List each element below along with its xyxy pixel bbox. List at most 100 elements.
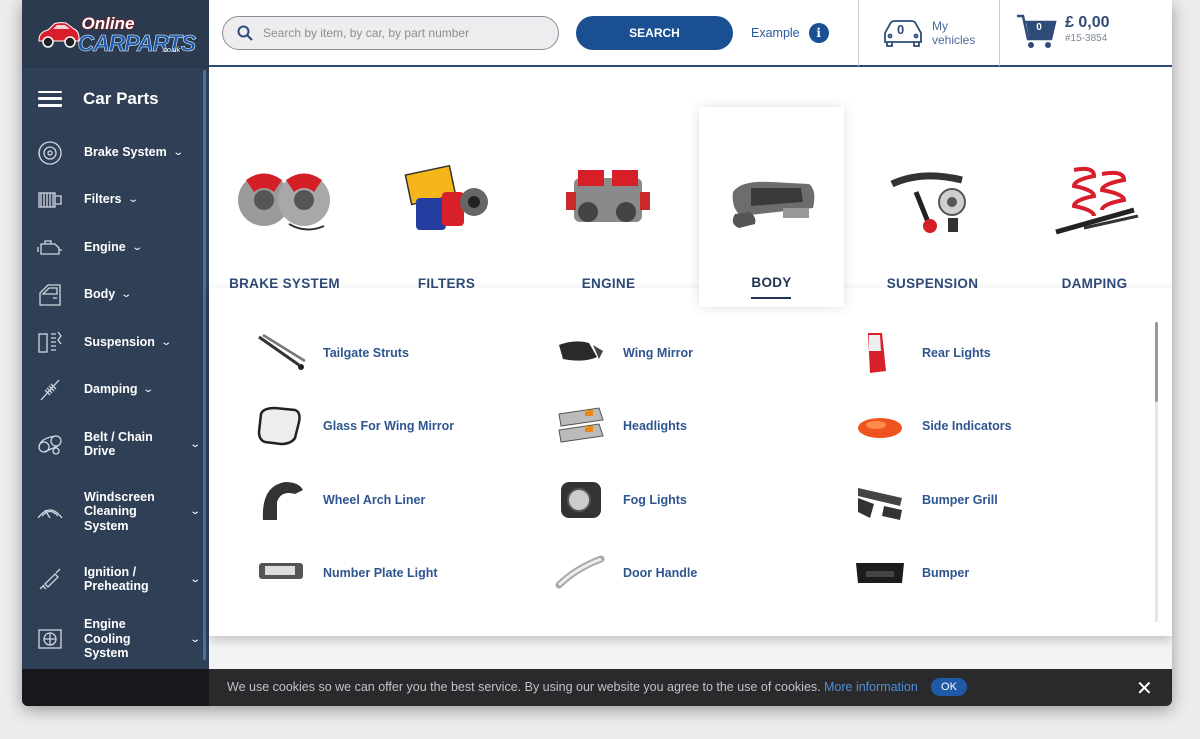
mirror-glass-image: [257, 406, 301, 446]
example-link[interactable]: Example i: [751, 23, 829, 43]
my-vehicles-button[interactable]: 0 My vehicles: [881, 16, 975, 50]
search-input[interactable]: [263, 26, 543, 40]
chevron-down-icon: ⌄: [126, 194, 139, 205]
site-logo[interactable]: Online CARPARTS .co.uk: [36, 12, 196, 56]
sidebar-item-label: Engine Cooling System: [84, 617, 131, 661]
submenu-item-headlights[interactable]: Headlights: [555, 402, 835, 450]
cookie-banner: We use cookies so we can offer you the b…: [22, 669, 1172, 706]
wing-mirror-image: [559, 341, 603, 361]
sidebar-item-label: Brake System: [84, 145, 167, 160]
chevron-down-icon: ⌄: [188, 438, 201, 450]
chevron-down-icon: ⌄: [120, 289, 133, 300]
wiper-icon: [37, 508, 63, 518]
category-body[interactable]: BODY: [699, 107, 844, 307]
sidebar-item-belt-chain-drive[interactable]: Belt / Chain Drive ⌄: [22, 413, 209, 475]
cookie-ok-button[interactable]: OK: [931, 678, 967, 696]
submenu-item-fog-lights[interactable]: Fog Lights: [555, 476, 835, 524]
category-brake-system[interactable]: BRAKE SYSTEM: [212, 107, 357, 291]
sidebar-item-windscreen-cleaning[interactable]: Windscreen Cleaning System ⌄: [22, 475, 209, 548]
submenu-item-rear-lights[interactable]: Rear Lights: [854, 329, 1134, 377]
side-indicator-image: [858, 418, 902, 438]
menu-icon[interactable]: [38, 90, 62, 107]
submenu-item-glass-wing-mirror[interactable]: Glass For Wing Mirror: [255, 402, 535, 450]
chevron-down-icon: ⌄: [130, 241, 143, 253]
submenu-label: Door Handle: [623, 566, 698, 580]
sidebar-item-suspension[interactable]: Suspension ⌄: [22, 318, 209, 366]
headlights-image: [558, 407, 604, 443]
shock-absorber-icon: [40, 379, 60, 400]
sidebar-item-engine[interactable]: Engine ⌄: [22, 223, 209, 271]
sidebar-item-filters[interactable]: Filters ⌄: [22, 176, 209, 223]
cart-count: 0: [1036, 22, 1042, 33]
chevron-down-icon: ⌄: [160, 336, 172, 348]
brake-disc-icon: [38, 140, 62, 165]
logo-area[interactable]: Online CARPARTS .co.uk: [22, 0, 209, 67]
submenu-label: Bumper Grill: [922, 493, 998, 507]
submenu-scrollbar[interactable]: [1155, 322, 1158, 622]
sidebar-item-engine-cooling[interactable]: Engine Cooling System ⌄: [22, 610, 209, 668]
logo-text-domain: .co.uk: [161, 46, 181, 54]
cookie-more-link[interactable]: More information: [824, 680, 918, 694]
fog-light-image: [561, 482, 601, 518]
door-handle-image: [555, 555, 605, 589]
submenu-label: Glass For Wing Mirror: [323, 419, 455, 433]
sidebar-item-brake-system[interactable]: Brake System ⌄: [22, 129, 209, 176]
submenu-item-number-plate-light[interactable]: Number Plate Light: [255, 549, 535, 597]
sidebar-item-label: Suspension: [84, 334, 155, 349]
active-tab-underline: [751, 297, 791, 299]
search-button[interactable]: SEARCH: [576, 16, 733, 50]
search-box: [222, 16, 559, 50]
info-icon[interactable]: i: [808, 23, 829, 43]
brake-caliper-image: [238, 173, 330, 231]
sidebar-item-body[interactable]: Body ⌄: [22, 271, 209, 318]
suspension-icon: [38, 331, 62, 353]
submenu-item-tailgate-struts[interactable]: Tailgate Struts: [255, 329, 535, 377]
header-divider: [999, 0, 1000, 66]
chevron-down-icon: ⌄: [188, 506, 201, 517]
vehicles-label-2: vehicles: [932, 33, 976, 47]
submenu-item-bumper-grill[interactable]: Bumper Grill: [854, 476, 1134, 524]
category-label: BODY: [751, 275, 792, 290]
vehicles-label-1: My: [932, 19, 948, 33]
sidebar-header: Car Parts: [22, 67, 209, 129]
close-icon[interactable]: ✕: [1136, 676, 1153, 701]
submenu-item-bumper[interactable]: Bumper: [854, 549, 1134, 597]
sidebar-item-label: Body: [84, 287, 116, 302]
engine-image: [566, 170, 650, 222]
submenu-label: Bumper: [922, 566, 970, 580]
category-engine[interactable]: ENGINE: [536, 107, 681, 291]
category-filters[interactable]: FILTERS: [374, 107, 519, 291]
sidebar: Online CARPARTS .co.uk Car Parts Brake S…: [22, 0, 209, 706]
sidebar-scrollbar[interactable]: [203, 70, 206, 660]
filters-image: [404, 164, 488, 230]
submenu-label: Side Indicators: [922, 419, 1012, 433]
sidebar-item-ignition-preheating[interactable]: Ignition / Preheating ⌄: [22, 548, 209, 610]
filter-icon: [38, 191, 62, 208]
submenu-label: Wing Mirror: [623, 346, 694, 360]
submenu-item-side-indicators[interactable]: Side Indicators: [854, 402, 1134, 450]
sidebar-item-label: Filters: [84, 192, 122, 207]
sidebar-item-damping[interactable]: Damping ⌄: [22, 366, 209, 413]
wheel-arch-liner-image: [262, 482, 303, 520]
category-suspension[interactable]: SUSPENSION: [860, 107, 1005, 291]
bumper-image: [856, 563, 904, 583]
top-header: SEARCH Example i 0 Myvehicles 0 £ 0,00 #…: [209, 0, 1172, 67]
spark-plug-icon: [39, 568, 61, 590]
submenu-label: Wheel Arch Liner: [323, 493, 426, 507]
cart-icon: 0: [1015, 13, 1059, 51]
submenu-item-wing-mirror[interactable]: Wing Mirror: [555, 329, 835, 377]
search-icon: [237, 25, 253, 41]
main-content: BRAKE SYSTEM FILTERS ENGINE BODY SUSPENS…: [209, 67, 1172, 706]
example-label: Example: [751, 26, 800, 40]
cart-button[interactable]: 0 £ 0,00 #15-3854: [1015, 13, 1109, 51]
chevron-down-icon: ⌄: [172, 147, 184, 158]
category-damping[interactable]: DAMPING: [1022, 107, 1167, 291]
submenu-item-door-handle[interactable]: Door Handle: [555, 549, 835, 597]
submenu-label: Fog Lights: [623, 493, 687, 507]
submenu-item-wheel-arch-liner[interactable]: Wheel Arch Liner: [255, 476, 535, 524]
damping-image: [1055, 166, 1139, 235]
radiator-icon: [38, 629, 62, 649]
cookie-text: We use cookies so we can offer you the b…: [227, 680, 821, 694]
body-submenu: Tailgate Struts Wing Mirror Rear Lights …: [209, 288, 1172, 636]
belt-drive-icon: [38, 435, 62, 455]
